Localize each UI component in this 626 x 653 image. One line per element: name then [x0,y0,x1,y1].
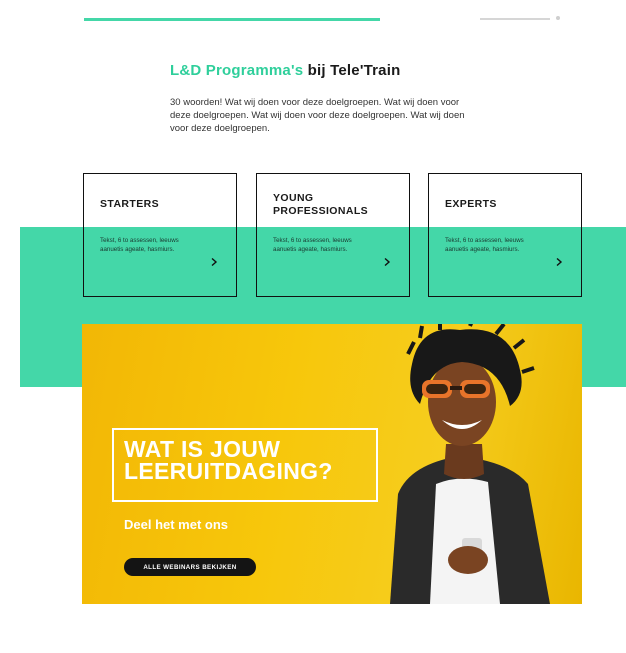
chevron-right-icon[interactable] [555,258,563,266]
hero-banner: WAT IS JOUW LEERUITDAGING? Deel het met … [82,324,582,604]
section-intro-text: 30 woorden! Wat wij doen voor deze doelg… [170,97,465,134]
card-text: Tekst, 6 to assessen, leeuws aanuetis ag… [100,237,179,253]
card-title: STARTERS [100,198,160,210]
card-starters[interactable]: STARTERS Tekst, 6 to assessen, leeuws aa… [83,173,237,297]
card-title: EXPERTS [445,198,497,210]
header-accent-line [84,18,380,21]
hero-person-image [390,324,550,604]
view-webinars-button[interactable]: ALLE WEBINARS BEKIJKEN [124,558,256,576]
chevron-right-icon[interactable] [210,258,218,266]
header-nav-indicator [556,16,560,20]
card-text: Tekst, 6 to assessen, leeuws aanuetis ag… [445,237,524,253]
card-young-professionals[interactable]: YOUNG PROFESSIONALS Tekst, 6 to assessen… [256,173,410,297]
card-title: YOUNG PROFESSIONALS [273,192,369,217]
card-text: Tekst, 6 to assessen, leeuws aanuetis ag… [273,237,352,253]
card-experts[interactable]: EXPERTS Tekst, 6 to assessen, leeuws aan… [428,173,582,297]
hero-subheading: Deel het met ons [124,517,229,532]
section-title: L&D Programma's bij Tele'Train [170,62,470,79]
section-title-rest: bij Tele'Train [303,62,401,79]
chevron-right-icon[interactable] [383,258,391,266]
header-nav-line [480,18,550,20]
section-title-accent: L&D Programma's [170,62,304,79]
hero-heading: WAT IS JOUW LEERUITDAGING? [124,436,333,484]
